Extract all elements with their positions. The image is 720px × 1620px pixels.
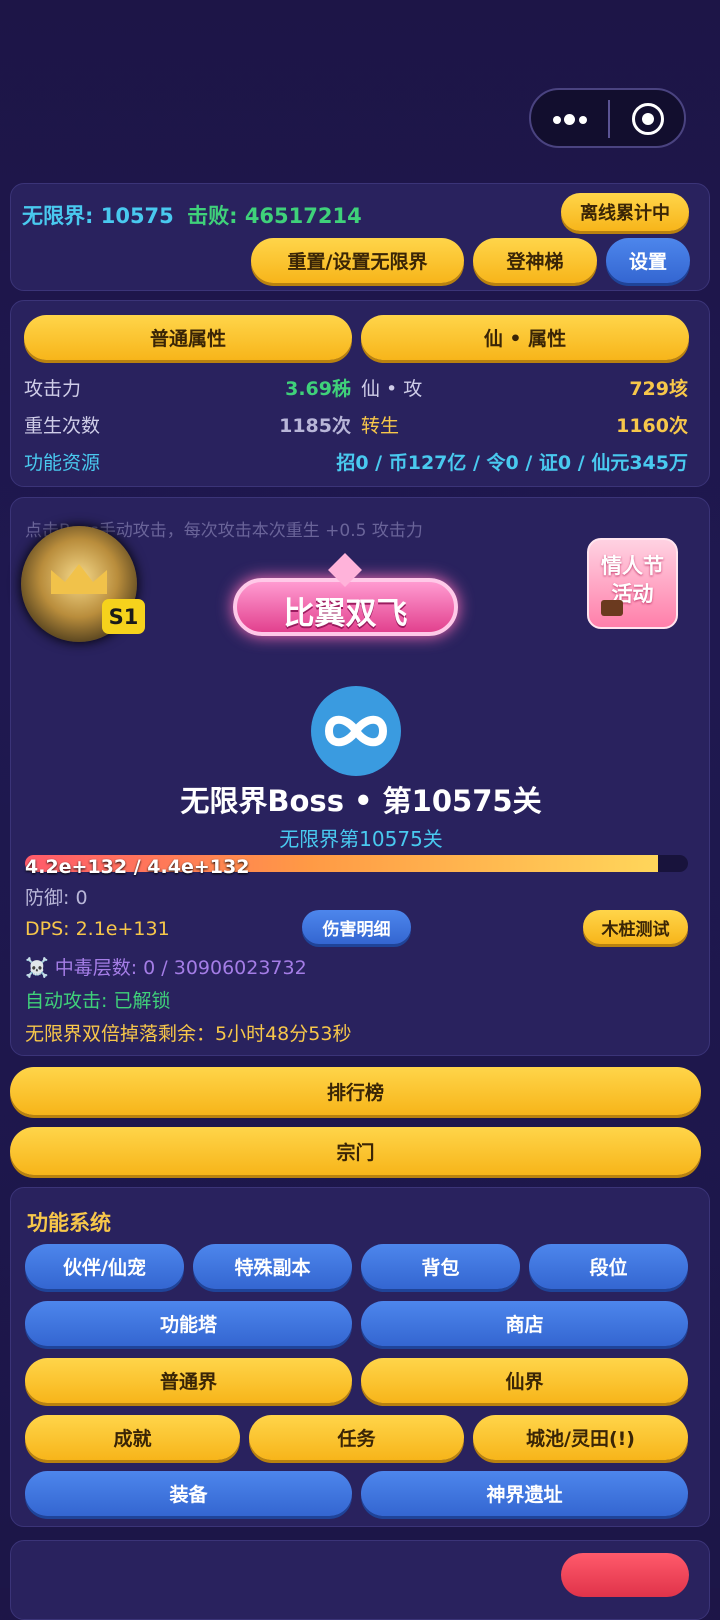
infinity-icon[interactable] [311, 686, 401, 776]
attack-value: 3.69秭 [285, 378, 351, 400]
ranking-button[interactable]: 排行榜 [10, 1067, 701, 1115]
immortal-realm-button[interactable]: 仙界 [361, 1358, 688, 1403]
special-dungeon-button[interactable]: 特殊副本 [193, 1244, 352, 1289]
shop-button[interactable]: 商店 [361, 1301, 688, 1346]
reincarnation-value: 1160次 [616, 415, 688, 437]
poison-stacks: ☠️ 中毒层数: 0 / 30906023732 [25, 953, 307, 980]
auto-attack-status: 自动攻击: 已解锁 [25, 990, 171, 1012]
boss-subtitle: 无限界第10575关 [279, 827, 443, 851]
divine-ruins-button[interactable]: 神界遗址 [361, 1471, 688, 1516]
realm-value: 10575 [100, 204, 174, 228]
god-ladder-button[interactable]: 登神梯 [473, 238, 597, 283]
event-banner[interactable]: 比翼双飞 [233, 553, 458, 653]
immortal-attack-value: 729垓 [629, 378, 688, 400]
city-farm-button[interactable]: 城池/灵田(!) [473, 1415, 688, 1460]
next-section-card [10, 1540, 710, 1620]
realm-progress: 无限界: 10575 击败: 46517214 [22, 200, 362, 230]
double-drop-timer: 无限界双倍掉落剩余：5小时48分53秒 [25, 1023, 352, 1045]
skull-icon: ☠️ [25, 957, 49, 979]
infinity-glyph [325, 715, 387, 747]
function-tower-button[interactable]: 功能塔 [25, 1301, 352, 1346]
poison-stacks-text: 中毒层数: 0 / 30906023732 [54, 957, 307, 979]
kill-value: 46517214 [244, 204, 362, 228]
season-crown-badge[interactable]: S1 [21, 526, 145, 642]
partner-pet-button[interactable]: 伙伴/仙宠 [25, 1244, 184, 1289]
more-dots-icon[interactable] [549, 104, 591, 132]
dummy-test-button[interactable]: 木桩测试 [583, 910, 688, 944]
tab-immortal-attributes[interactable]: 仙 • 属性 [361, 315, 689, 360]
realm-label: 无限界: [22, 204, 94, 228]
boss-hp-text: 4.2e+132 / 4.4e+132 [25, 856, 250, 878]
season-label: S1 [102, 599, 145, 634]
function-system-title: 功能系统 [27, 1211, 111, 1235]
rebirth-count-value: 1185次 [279, 415, 351, 437]
mini-program-capsule [529, 88, 686, 148]
settings-button[interactable]: 设置 [606, 238, 690, 283]
reset-realm-button[interactable]: 重置/设置无限界 [251, 238, 464, 283]
boss-title: 无限界Boss • 第10575关 [180, 784, 542, 818]
valentine-event-button[interactable]: 情人节 活动 [587, 538, 678, 629]
immortal-attack-label: 仙 • 攻 [361, 378, 423, 400]
dps-text: DPS: 2.1e+131 [25, 918, 170, 940]
capsule-divider [608, 100, 610, 138]
function-system-card: 功能系统 伙伴/仙宠 特殊副本 背包 段位 功能塔 商店 普通界 仙界 成就 任… [10, 1187, 710, 1527]
resources-value: 招0 / 币127亿 / 令0 / 证0 / 仙元345万 [336, 452, 688, 474]
realm-status-card: 无限界: 10575 击败: 46517214 离线累计中 重置/设置无限界 登… [10, 183, 710, 291]
resources-label: 功能资源 [24, 452, 101, 474]
equipment-button[interactable]: 装备 [25, 1471, 352, 1516]
offline-accumulating-badge[interactable]: 离线累计中 [561, 193, 689, 231]
achievement-button[interactable]: 成就 [25, 1415, 240, 1460]
damage-detail-button[interactable]: 伤害明细 [302, 910, 411, 944]
tab-normal-attributes[interactable]: 普通属性 [24, 315, 352, 360]
target-circle-icon[interactable] [632, 103, 664, 135]
rank-tier-button[interactable]: 段位 [529, 1244, 688, 1289]
rebirth-count-label: 重生次数 [24, 415, 101, 437]
attack-label: 攻击力 [24, 378, 82, 400]
sect-button[interactable]: 宗门 [10, 1127, 701, 1175]
attributes-card: 普通属性 仙 • 属性 攻击力 3.69秭 仙 • 攻 729垓 重生次数 11… [10, 300, 710, 487]
chocolate-icon [601, 600, 623, 616]
task-button[interactable]: 任务 [249, 1415, 464, 1460]
normal-realm-button[interactable]: 普通界 [25, 1358, 352, 1403]
valentine-label-1: 情人节 [601, 554, 664, 578]
reincarnation-label: 转生 [361, 415, 400, 437]
next-section-action-button[interactable] [561, 1553, 689, 1597]
backpack-button[interactable]: 背包 [361, 1244, 520, 1289]
defense-text: 防御: 0 [25, 887, 88, 909]
boss-card: 点击Boss手动攻击，每次攻击本次重生 +0.5 攻击力 S1 比翼双飞 情人节… [10, 497, 710, 1056]
kill-label: 击败: [187, 204, 238, 228]
event-banner-title: 比翼双飞 [283, 596, 408, 632]
